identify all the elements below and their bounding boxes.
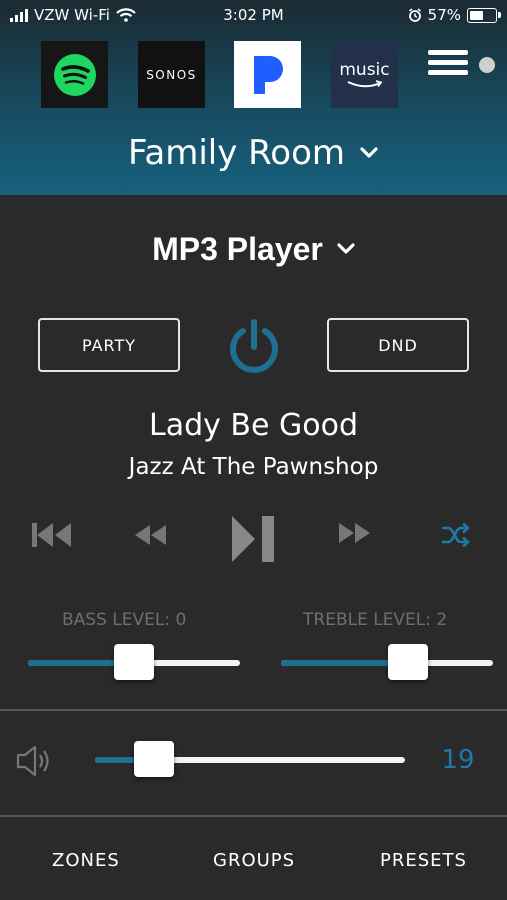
spotify-button[interactable]: [41, 41, 108, 108]
volume-slider[interactable]: [95, 741, 405, 777]
divider: [0, 815, 507, 817]
battery-percent: 57%: [427, 6, 461, 24]
rewind-icon[interactable]: [133, 523, 167, 547]
treble-level-label: TREBLE LEVEL: 2: [303, 610, 448, 630]
menu-icon[interactable]: [428, 50, 468, 78]
source-selector[interactable]: MP3 Player: [0, 226, 507, 272]
amazon-music-button[interactable]: music: [331, 41, 398, 108]
shuffle-icon[interactable]: [440, 520, 470, 550]
fast-forward-icon[interactable]: [338, 521, 372, 545]
skip-previous-icon[interactable]: [31, 522, 73, 548]
amazon-music-label: music: [339, 59, 390, 80]
sonos-logo: SONOS: [146, 67, 197, 82]
battery-icon: [467, 7, 501, 23]
pandora-icon: [253, 55, 283, 94]
play-pause-icon[interactable]: [230, 514, 276, 564]
zone-title: Family Room: [127, 133, 346, 173]
status-dot: [479, 57, 495, 73]
treble-slider-thumb[interactable]: [388, 644, 429, 680]
nav-presets[interactable]: PRESETS: [380, 850, 467, 871]
treble-slider[interactable]: [281, 644, 493, 680]
track-title: Lady Be Good: [148, 408, 358, 443]
power-icon[interactable]: [226, 317, 282, 375]
pandora-button[interactable]: [234, 41, 301, 108]
track-album: Jazz At The Pawnshop: [128, 454, 379, 480]
volume-slider-thumb[interactable]: [133, 741, 174, 777]
status-bar: VZW Wi-Fi 3:02 PM 57%: [0, 0, 507, 32]
alarm-icon: [408, 8, 421, 22]
nav-zones[interactable]: ZONES: [52, 850, 120, 871]
amazon-smile-icon: [347, 79, 382, 87]
bass-level-label: BASS LEVEL: 0: [62, 610, 187, 630]
chevron-down-icon: [337, 243, 355, 254]
bass-slider[interactable]: [28, 644, 240, 680]
spotify-icon: [53, 53, 96, 96]
party-button[interactable]: PARTY: [38, 318, 180, 372]
nav-groups[interactable]: GROUPS: [213, 850, 295, 871]
header: VZW Wi-Fi 3:02 PM 57% SONOS music Family…: [0, 0, 507, 195]
zone-selector[interactable]: Family Room: [0, 130, 507, 176]
speaker-icon[interactable]: [16, 744, 54, 778]
bass-slider-thumb[interactable]: [114, 644, 154, 680]
source-title: MP3 Player: [152, 230, 323, 267]
sonos-button[interactable]: SONOS: [138, 41, 205, 108]
dnd-button[interactable]: DND: [327, 318, 469, 372]
volume-value: 19: [441, 745, 475, 775]
divider: [0, 709, 507, 711]
chevron-down-icon: [360, 147, 378, 158]
